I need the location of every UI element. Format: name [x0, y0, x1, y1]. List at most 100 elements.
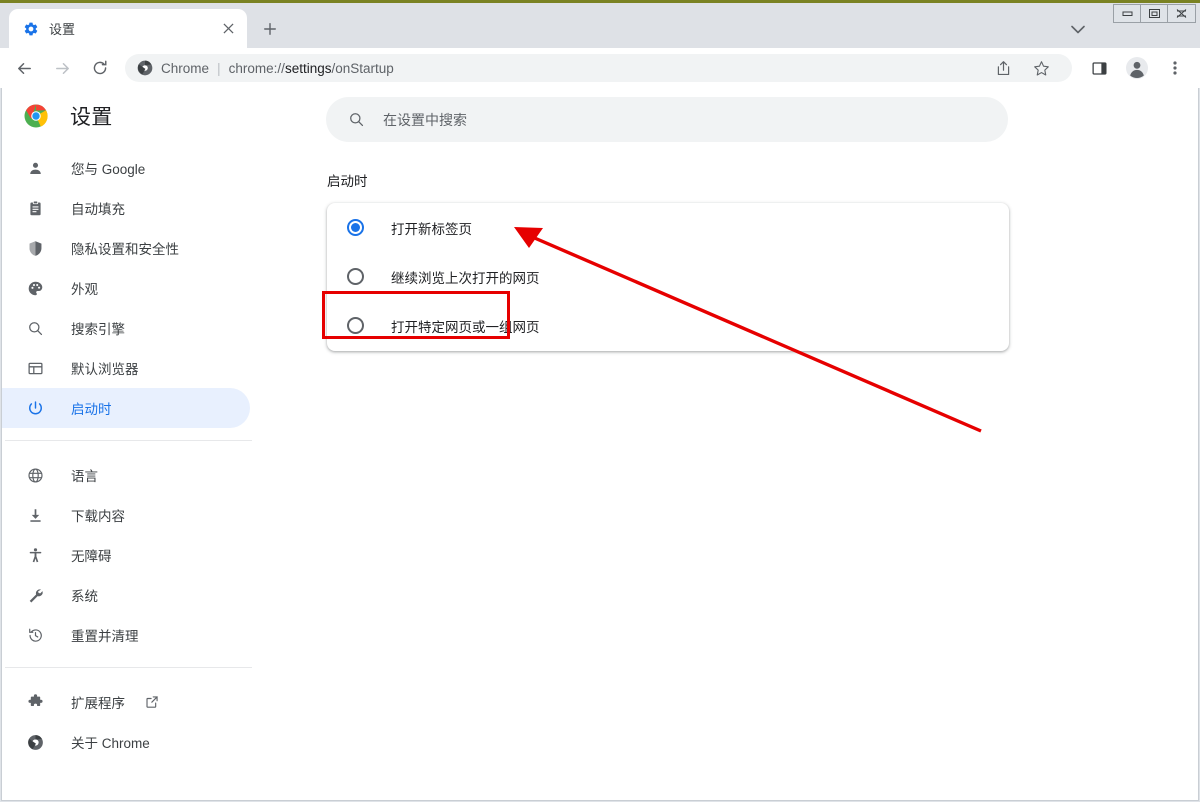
sidebar-item-label: 扩展程序: [71, 692, 125, 712]
settings-search-bar[interactable]: [326, 97, 1008, 142]
reload-icon[interactable]: [86, 54, 114, 82]
person-icon: [25, 158, 45, 178]
tab-settings[interactable]: 设置: [9, 9, 247, 48]
startup-options-card: 打开新标签页 继续浏览上次打开的网页 打开特定网页或一组网页: [327, 203, 1009, 351]
url-bold-part: settings: [285, 61, 332, 76]
omnibox-url: chrome://settings/onStartup: [229, 61, 394, 76]
puzzle-icon: [25, 692, 45, 712]
sidebar-item-search-engine[interactable]: 搜索引擎: [2, 308, 250, 348]
settings-header: 设置: [2, 88, 252, 144]
sidebar-item-accessibility[interactable]: 无障碍: [2, 535, 250, 575]
chrome-outline-icon: [25, 732, 45, 752]
chrome-window: 设置: [0, 3, 1200, 802]
url-suffix: /onStartup: [331, 61, 393, 76]
sidebar-divider-2: [5, 667, 252, 668]
toolbar-right-icons: [1080, 54, 1200, 82]
sidebar-item-label: 隐私设置和安全性: [71, 238, 179, 258]
close-button[interactable]: [1168, 5, 1195, 22]
sidebar-item-label: 关于 Chrome: [71, 732, 150, 752]
new-tab-button[interactable]: [256, 15, 284, 43]
palette-icon: [25, 278, 45, 298]
omnibox-scheme-label: Chrome: [161, 61, 209, 76]
sidebar-nav-group-1: 您与 Google 自动填充: [2, 144, 252, 428]
sidebar-item-label: 语言: [71, 465, 98, 485]
power-icon: [25, 398, 45, 418]
clipboard-icon: [25, 198, 45, 218]
sidebar-nav-group-3: 扩展程序: [2, 678, 252, 762]
radio-option-label: 打开特定网页或一组网页: [391, 316, 540, 336]
sidebar-item-label: 启动时: [71, 398, 112, 418]
radio-option-specific-pages[interactable]: 打开特定网页或一组网页: [327, 301, 1009, 350]
close-icon[interactable]: [217, 18, 239, 40]
browser-toolbar: Chrome | chrome://settings/onStartup: [0, 48, 1200, 88]
menu-icon[interactable]: [1161, 54, 1189, 82]
back-icon[interactable]: [10, 54, 38, 82]
star-icon[interactable]: [1027, 54, 1055, 82]
sidebar-item-reset-cleanup[interactable]: 重置并清理: [2, 615, 250, 655]
tab-title: 设置: [49, 19, 217, 38]
sidebar-item-downloads[interactable]: 下载内容: [2, 495, 250, 535]
wrench-icon: [25, 585, 45, 605]
settings-sidebar: 设置 您与 Google: [2, 88, 252, 801]
chrome-logo-icon: [24, 104, 48, 128]
sidebar-item-label: 外观: [71, 278, 98, 298]
sidebar-divider-1: [5, 440, 252, 441]
sidebar-item-you-and-google[interactable]: 您与 Google: [2, 148, 250, 188]
sidebar-item-label: 默认浏览器: [71, 358, 139, 378]
window-controls: [1113, 4, 1196, 23]
chevron-down-icon[interactable]: [1064, 17, 1092, 41]
sidebar-item-about-chrome[interactable]: 关于 Chrome: [2, 722, 250, 762]
search-input[interactable]: [383, 112, 986, 128]
sidebar-item-label: 无障碍: [71, 545, 112, 565]
avatar-icon[interactable]: [1123, 54, 1151, 82]
globe-icon: [25, 465, 45, 485]
radio-button-icon[interactable]: [347, 317, 365, 335]
sidebar-item-label: 系统: [71, 585, 98, 605]
omnibox-right-icons: [984, 54, 1060, 82]
maximize-button[interactable]: [1141, 5, 1168, 22]
search-icon: [25, 318, 45, 338]
sidebar-item-label: 重置并清理: [71, 625, 139, 645]
radio-option-continue-session[interactable]: 继续浏览上次打开的网页: [327, 252, 1009, 301]
sidebar-item-system[interactable]: 系统: [2, 575, 250, 615]
gear-icon: [23, 21, 39, 37]
radio-button-selected-icon[interactable]: [347, 219, 365, 237]
browser-window: 设置: [0, 0, 1200, 802]
sidebar-item-privacy-security[interactable]: 隐私设置和安全性: [2, 228, 250, 268]
settings-main-panel: 启动时 打开新标签页 继续浏览上次打开的网页: [252, 88, 1198, 800]
browser-window-icon: [25, 358, 45, 378]
minimize-button[interactable]: [1114, 5, 1141, 22]
address-bar[interactable]: Chrome | chrome://settings/onStartup: [125, 54, 1072, 82]
tab-strip: 设置: [0, 3, 1200, 48]
section-heading: 启动时: [327, 170, 368, 190]
page-title: 设置: [70, 101, 113, 131]
shield-icon: [25, 238, 45, 258]
chrome-icon: [137, 60, 153, 76]
sidebar-item-label: 自动填充: [71, 198, 125, 218]
sidebar-item-languages[interactable]: 语言: [2, 455, 250, 495]
radio-option-label: 打开新标签页: [391, 218, 472, 238]
radio-button-icon[interactable]: [347, 268, 365, 286]
forward-icon[interactable]: [48, 54, 76, 82]
sidebar-item-default-browser[interactable]: 默认浏览器: [2, 348, 250, 388]
radio-option-new-tab[interactable]: 打开新标签页: [327, 203, 1009, 252]
share-icon[interactable]: [989, 54, 1017, 82]
sidebar-item-appearance[interactable]: 外观: [2, 268, 250, 308]
sidebar-item-extensions[interactable]: 扩展程序: [2, 682, 250, 722]
settings-page: 设置 您与 Google: [1, 88, 1199, 801]
history-restore-icon: [25, 625, 45, 645]
search-icon: [348, 111, 365, 128]
external-link-icon: [145, 695, 159, 709]
accessibility-icon: [25, 545, 45, 565]
download-icon: [25, 505, 45, 525]
sidebar-item-on-startup[interactable]: 启动时: [2, 388, 250, 428]
omnibox-separator: |: [217, 60, 221, 76]
radio-option-label: 继续浏览上次打开的网页: [391, 267, 540, 287]
url-prefix: chrome://: [229, 61, 285, 76]
sidebar-item-label: 搜索引擎: [71, 318, 125, 338]
sidebar-nav-group-2: 语言 下载内容: [2, 451, 252, 655]
sidebar-item-label: 下载内容: [71, 505, 125, 525]
sidebar-item-label: 您与 Google: [71, 158, 145, 178]
sidebar-item-autofill[interactable]: 自动填充: [2, 188, 250, 228]
side-panel-icon[interactable]: [1085, 54, 1113, 82]
